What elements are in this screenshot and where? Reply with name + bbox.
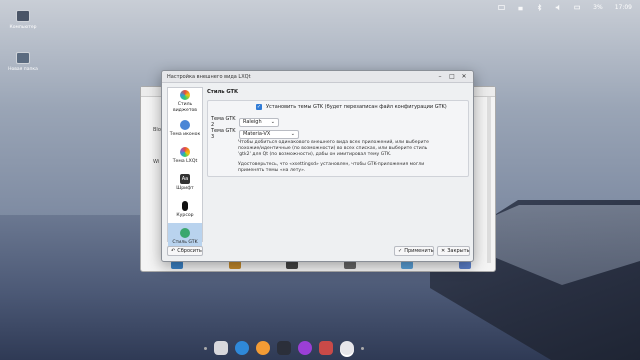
gtk-settings-group: ✓ Установить темы GTK (будет перезаписан… (207, 100, 469, 177)
background-window-text: Wi (153, 159, 160, 165)
background-window-icon-row (171, 261, 471, 269)
battery-icon[interactable] (574, 4, 581, 11)
settings-icon[interactable] (256, 341, 270, 355)
sidebar-item-widget-style[interactable]: Стиль виджетов (168, 88, 202, 115)
appearance-icon[interactable] (340, 341, 354, 355)
window-titlebar[interactable]: Настройка внешнего вида LXQt – □ ✕ (162, 71, 473, 83)
folder-icon (16, 52, 30, 64)
settings-sidebar: Стиль виджетов Тема иконок Тема LXQt Aa … (167, 87, 203, 250)
gtk-icon (180, 227, 190, 238)
lock-icon[interactable] (517, 4, 524, 11)
desktop-icon-new-folder[interactable]: Новая папка (6, 52, 40, 72)
computer-icon (16, 10, 30, 22)
color-wheel-icon (180, 146, 190, 157)
install-gtk-themes-row[interactable]: ✓ Установить темы GTK (будет перезаписан… (256, 104, 447, 110)
gtk2-theme-row: Тема GTK 2 Raleigh ⌄ (211, 116, 279, 128)
apply-button[interactable]: ✓ Применить (394, 246, 434, 256)
undo-icon: ↶ (171, 248, 176, 254)
close-button[interactable]: ✕ Закрыть (437, 246, 470, 256)
icon-theme-icon (180, 119, 190, 130)
install-gtk-themes-checkbox[interactable]: ✓ (256, 104, 262, 110)
install-gtk-themes-label: Установить темы GTK (будет перезаписан ф… (266, 104, 447, 110)
gtk3-theme-select[interactable]: Materia-VX ⌄ (239, 129, 299, 139)
system-tray: 3% 17:09 (498, 4, 632, 11)
sidebar-item-label: Стиль GTK (172, 239, 198, 245)
bluetooth-icon[interactable] (536, 4, 543, 11)
cursor-icon (182, 200, 188, 211)
sidebar-item-label: Стиль виджетов (172, 102, 198, 113)
sidebar-item-lxqt-theme[interactable]: Тема LXQt (168, 142, 202, 169)
network-icon[interactable] (498, 4, 505, 11)
xsettingsd-hint-text: Удостоверьтесь, что «xsettingsd» установ… (238, 162, 425, 173)
background-window-scrollbar[interactable] (487, 97, 491, 263)
player-icon[interactable] (298, 341, 312, 355)
palette-icon (180, 90, 190, 100)
gtk2-theme-select[interactable]: Raleigh ⌄ (239, 117, 279, 127)
dock (200, 338, 440, 358)
dock-separator (361, 346, 364, 350)
monitor-icon[interactable] (319, 341, 333, 355)
sidebar-item-label: Тема LXQt (172, 158, 198, 164)
gtk2-theme-label: Тема GTK 2 (211, 116, 236, 128)
chevron-down-icon: ⌄ (290, 131, 295, 137)
reset-button[interactable]: ↶ Сбросить (167, 246, 203, 256)
sidebar-item-font[interactable]: Aa Шрифт (168, 169, 202, 196)
chevron-down-icon: ⌄ (270, 119, 275, 125)
files-icon[interactable] (214, 341, 228, 355)
dialog-button-bar: ↶ Сбросить ✓ Применить ✕ Закрыть (167, 246, 470, 256)
font-icon: Aa (180, 173, 190, 184)
section-title: Стиль GTK (207, 89, 239, 95)
battery-percent: 3% (593, 4, 603, 11)
desktop-icon-label: Компьютер (9, 25, 37, 30)
close-window-button[interactable]: ✕ (460, 73, 468, 81)
sidebar-item-label: Тема иконок (169, 131, 201, 137)
maximize-button[interactable]: □ (448, 73, 456, 81)
gtk-style-page: Стиль GTK ✓ Установить темы GTK (будет п… (207, 87, 470, 242)
dock-separator (204, 346, 207, 350)
appearance-settings-window: Настройка внешнего вида LXQt – □ ✕ Стиль… (161, 70, 474, 262)
window-title: Настройка внешнего вида LXQt (167, 73, 251, 80)
gtk2-theme-value: Raleigh (243, 119, 262, 125)
browser-icon[interactable] (235, 341, 249, 355)
sidebar-item-cursor[interactable]: Курсор (168, 196, 202, 223)
clock[interactable]: 17:09 (615, 4, 632, 11)
close-icon: ✕ (441, 248, 446, 254)
minimize-button[interactable]: – (436, 73, 444, 81)
gtk3-theme-label: Тема GTK 3 (211, 128, 236, 140)
sidebar-item-label: Шрифт (176, 185, 194, 191)
gtk3-theme-value: Materia-VX (243, 131, 271, 137)
gtk3-theme-row: Тема GTK 3 Materia-VX ⌄ (211, 128, 299, 140)
desktop-icon-computer[interactable]: Компьютер (6, 10, 40, 30)
terminal-icon[interactable] (277, 341, 291, 355)
volume-icon[interactable] (555, 4, 562, 11)
checkmark-icon: ✓ (398, 248, 403, 254)
sidebar-item-icon-theme[interactable]: Тема иконок (168, 115, 202, 142)
desktop-icon-label: Новая папка (8, 67, 38, 72)
gtk-hint-text: Чтобы добиться одинакового внешнего вида… (238, 140, 429, 157)
background-window-text: Blo (153, 127, 161, 133)
sidebar-item-label: Курсор (176, 212, 194, 218)
